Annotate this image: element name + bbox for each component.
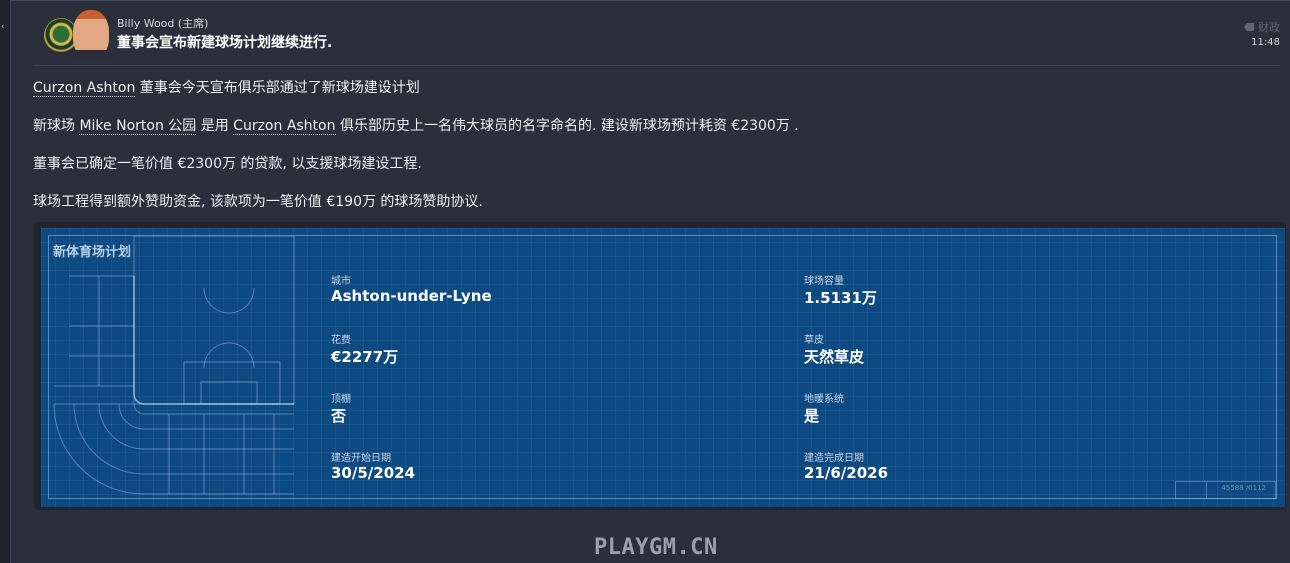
category-label: 财政 (1244, 19, 1280, 35)
title-block-cell (1175, 482, 1207, 498)
category-text: 财政 (1258, 21, 1280, 34)
message-subject: 董事会宣布新建球场计划继续进行. (117, 35, 333, 51)
message-time: 11:48 (1251, 37, 1280, 48)
paragraph-text: 董事会今天宣布俱乐部通过了新球场建设计划 (135, 80, 420, 96)
watermark: PLAYGM.CN (594, 535, 718, 560)
pitch-value: 天然草皮 (804, 348, 865, 366)
roof-value: 否 (331, 407, 347, 425)
body-paragraph-2: 新球场 Mike Norton 公园 是用 Curzon Ashton 俱乐部历… (33, 115, 799, 135)
heating-value: 是 (804, 407, 820, 425)
heating-label: 地暖系统 (804, 394, 844, 405)
blueprint-drawing (53, 236, 295, 495)
city-value[interactable]: Ashton-under-Lyne (331, 287, 492, 305)
sender-avatar[interactable] (69, 10, 113, 60)
start-date-value: 30/5/2024 (331, 464, 416, 482)
cost-label: 花费 (331, 335, 351, 346)
left-sidebar-strip: ‹ (0, 0, 11, 563)
cost-value: €2277万 (331, 348, 399, 366)
city-label: 城市 (331, 276, 351, 287)
stadium-link[interactable]: Mike Norton 公园 (79, 118, 197, 135)
pitch-label: 草皮 (804, 335, 824, 346)
roof-label: 顶棚 (331, 394, 351, 405)
paragraph-text: 俱乐部历史上一名伟大球员的名字命名的. 建设新球场预计耗资 €2300万 . (335, 118, 799, 134)
sender-name[interactable]: Billy Wood (主席) (117, 15, 208, 31)
start-date-label: 建造开始日期 (331, 453, 391, 464)
plan-title: 新体育场计划 (53, 245, 132, 260)
end-date-value: 21/6/2026 (804, 464, 889, 482)
capacity-label: 球场容量 (804, 276, 844, 287)
body-paragraph-4: 球场工程得到额外赞助资金, 该款项为一笔价值 €190万 的球场赞助协议. (33, 194, 483, 210)
club-link[interactable]: Curzon Ashton (33, 80, 136, 97)
drawing-number: 45588 /0112 (1221, 484, 1266, 492)
body-paragraph-3: 董事会已确定一笔价值 €2300万 的贷款, 以支援球场建设工程. (33, 156, 422, 172)
body-paragraph-1: Curzon Ashton 董事会今天宣布俱乐部通过了新球场建设计划 (33, 77, 420, 97)
tag-icon (1244, 23, 1254, 31)
end-date-label: 建造完成日期 (804, 453, 864, 464)
paragraph-text: 是用 (196, 118, 234, 134)
collapse-handle-icon[interactable]: ‹ (1, 22, 5, 32)
paragraph-text: 新球场 (33, 118, 80, 134)
capacity-value: 1.5131万 (804, 289, 877, 307)
header-divider (33, 65, 1280, 66)
club-link[interactable]: Curzon Ashton (233, 118, 336, 135)
